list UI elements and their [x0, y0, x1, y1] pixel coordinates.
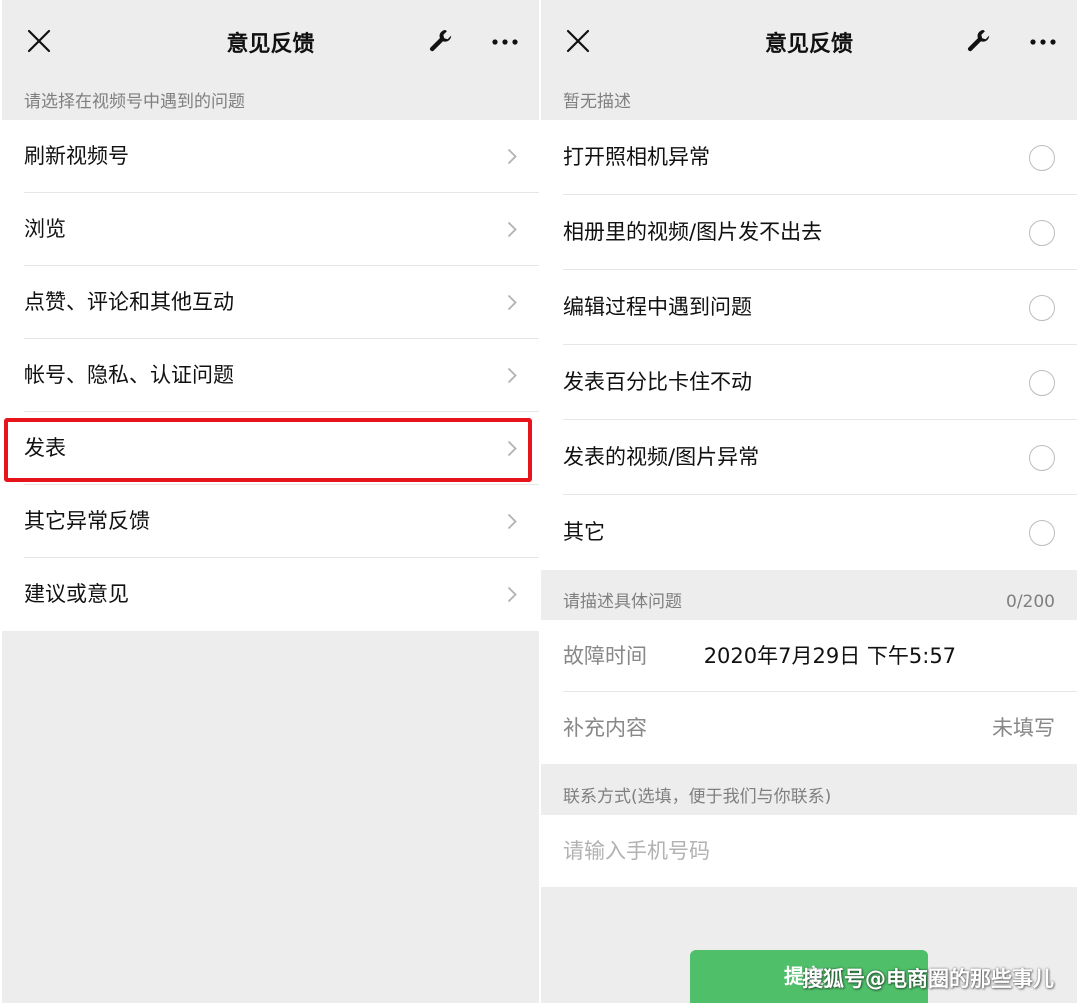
page-title: 意见反馈 [764, 32, 853, 57]
fault-time-value: 2020年7月29日 下午5:57 [703, 644, 957, 668]
chevron-right-icon [507, 294, 517, 311]
list-item-label: 建议或意见 [24, 582, 129, 606]
supplement-label: 补充内容 [563, 716, 647, 740]
list-item[interactable]: 帐号、隐私、认证问题 [2, 339, 539, 412]
list-item-label: 刷新视频号 [24, 144, 129, 168]
radio-button[interactable] [1029, 220, 1055, 246]
wrench-icon[interactable] [965, 27, 993, 55]
option-item[interactable]: 发表的视频/图片异常 [541, 420, 1077, 495]
watermark: 搜狐号@电商圈的那些事儿 [802, 967, 1054, 991]
radio-button[interactable] [1029, 370, 1055, 396]
more-icon[interactable] [491, 38, 519, 46]
fault-time-row[interactable]: 故障时间 2020年7月29日 下午5:57 [541, 620, 1077, 692]
right-screen: 意见反馈 暂无描述 打开照相机异常 相册里的视频/图片发不出去 编辑过程中遇到问… [541, 0, 1077, 1003]
list-item-label: 帐号、隐私、认证问题 [24, 363, 234, 387]
radio-button[interactable] [1029, 295, 1055, 321]
option-label: 打开照相机异常 [563, 145, 710, 169]
wrench-icon[interactable] [427, 27, 455, 55]
option-item[interactable]: 发表百分比卡住不动 [541, 345, 1077, 420]
option-item[interactable]: 相册里的视频/图片发不出去 [541, 195, 1077, 270]
option-item[interactable]: 其它 [541, 495, 1077, 570]
list-item[interactable]: 浏览 [2, 193, 539, 266]
left-screen: 意见反馈 请选择在视频号中遇到的问题 刷新视频号 浏览 点赞、评论和其他互动 帐… [2, 0, 539, 1003]
radio-button[interactable] [1029, 520, 1055, 546]
section-header: 请选择在视频号中遇到的问题 [24, 92, 245, 112]
supplement-row[interactable]: 补充内容 未填写 [541, 692, 1077, 764]
describe-list: 故障时间 2020年7月29日 下午5:57 补充内容 未填写 [541, 620, 1077, 764]
chevron-right-icon [507, 148, 517, 165]
radio-button[interactable] [1029, 145, 1055, 171]
describe-header: 请描述具体问题 0/200 [541, 570, 1077, 620]
chevron-right-icon [507, 221, 517, 238]
list-item-label: 其它异常反馈 [24, 509, 150, 533]
section-header: 暂无描述 [563, 92, 631, 112]
more-icon[interactable] [1029, 38, 1057, 46]
supplement-value: 未填写 [992, 716, 1055, 740]
list-item[interactable]: 刷新视频号 [2, 120, 539, 193]
chevron-right-icon [507, 586, 517, 603]
fault-time-label: 故障时间 [563, 644, 647, 668]
category-list: 刷新视频号 浏览 点赞、评论和其他互动 帐号、隐私、认证问题 发表 其它异常反馈 [2, 120, 539, 631]
chevron-right-icon [507, 367, 517, 384]
contact-header: 联系方式(选填，便于我们与你联系) [563, 787, 832, 807]
list-item-label: 点赞、评论和其他互动 [24, 290, 234, 314]
list-item[interactable]: 其它异常反馈 [2, 485, 539, 558]
describe-header-label: 请描述具体问题 [563, 592, 682, 612]
list-item-publish[interactable]: 发表 [2, 412, 539, 485]
option-label: 相册里的视频/图片发不出去 [563, 220, 823, 244]
option-item[interactable]: 打开照相机异常 [541, 120, 1077, 195]
option-label: 发表的视频/图片异常 [563, 445, 760, 469]
option-item[interactable]: 编辑过程中遇到问题 [541, 270, 1077, 345]
nav-bar: 意见反馈 [2, 0, 539, 84]
list-item[interactable]: 点赞、评论和其他互动 [2, 266, 539, 339]
chevron-right-icon [507, 513, 517, 530]
list-item-label: 发表 [24, 436, 66, 460]
list-item[interactable]: 建议或意见 [2, 558, 539, 631]
chevron-right-icon [507, 440, 517, 457]
page-title: 意见反馈 [226, 32, 315, 57]
option-label: 发表百分比卡住不动 [563, 370, 752, 394]
radio-button[interactable] [1029, 445, 1055, 471]
list-item-label: 浏览 [24, 217, 66, 241]
option-list: 打开照相机异常 相册里的视频/图片发不出去 编辑过程中遇到问题 发表百分比卡住不… [541, 120, 1077, 570]
nav-bar: 意见反馈 [541, 0, 1077, 84]
phone-input[interactable] [541, 815, 1077, 887]
option-label: 其它 [563, 520, 605, 544]
option-label: 编辑过程中遇到问题 [563, 295, 752, 319]
